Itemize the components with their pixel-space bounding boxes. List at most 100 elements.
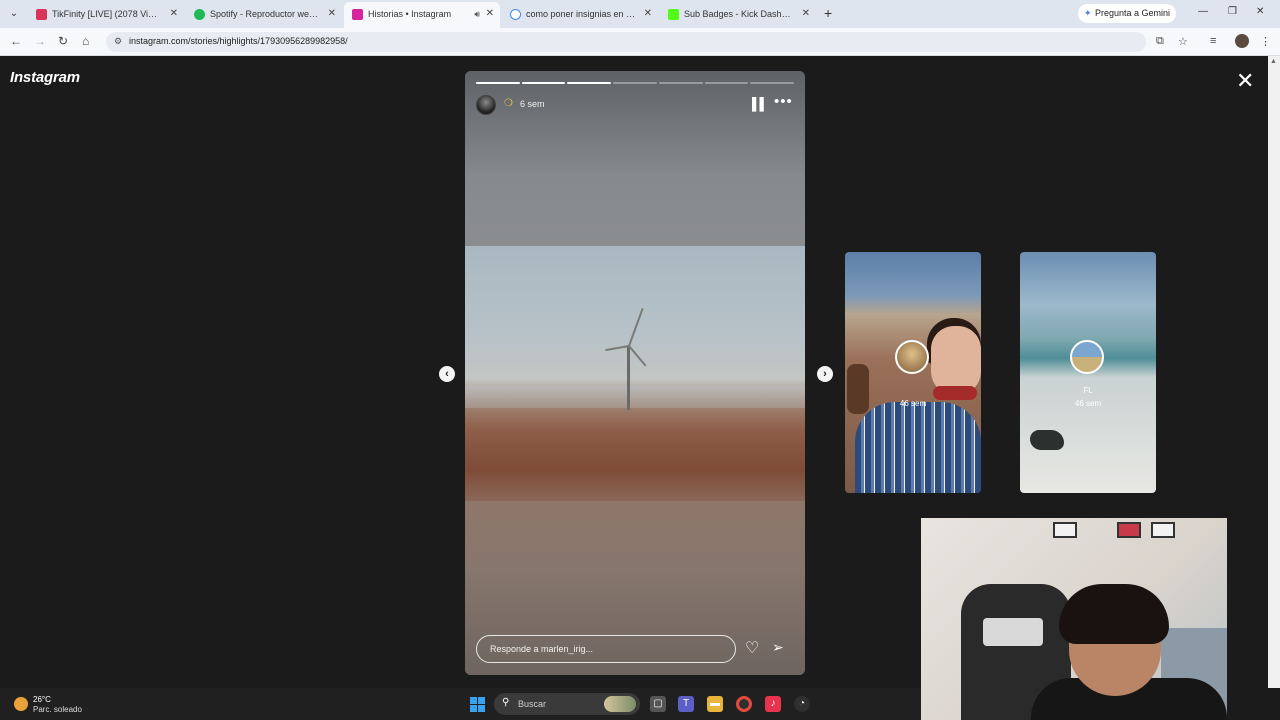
- story-progress-segment: [613, 82, 657, 84]
- story-progress-segment: [567, 82, 612, 84]
- url-text[interactable]: instagram.com/stories/highlights/1793095…: [129, 36, 348, 46]
- chair-stripe: [983, 618, 1043, 646]
- previous-story-chevron-icon[interactable]: ‹: [439, 366, 455, 382]
- share-send-icon[interactable]: ➢: [772, 639, 784, 656]
- turbine-blade: [605, 345, 630, 352]
- tab-close-icon[interactable]: ✕: [328, 3, 336, 25]
- tab-instagram[interactable]: Historias • Instagram 🔊︎ ✕: [344, 2, 500, 28]
- story-header: ❍ 6 sem ▌▌ •••: [476, 93, 794, 115]
- story-progress-bar: [476, 82, 795, 84]
- restore-icon[interactable]: ❐: [1228, 6, 1237, 17]
- turbine-blade: [628, 308, 644, 347]
- story-progress-segment: [750, 82, 795, 84]
- gemini-sparkle-icon: ✦: [1084, 8, 1092, 18]
- story-photo: [465, 246, 805, 501]
- reload-icon[interactable]: ↻: [58, 34, 68, 48]
- minimize-icon[interactable]: —: [1198, 6, 1208, 17]
- story-progress-segment: [658, 82, 703, 84]
- wall-picture: [1053, 522, 1077, 538]
- taskbar-search[interactable]: ⚲ Buscar: [494, 693, 640, 715]
- story-timestamp: 6 sem: [520, 99, 545, 109]
- weather-condition[interactable]: Parc. soleado: [33, 705, 82, 714]
- card-beach-rock: [1030, 430, 1064, 450]
- google-favicon-icon: [510, 9, 521, 20]
- tikfinity-favicon-icon: [36, 9, 47, 20]
- search-highlight-image: [604, 696, 636, 712]
- wall-picture: [1151, 522, 1175, 538]
- site-info-icon[interactable]: ⚙: [114, 36, 122, 47]
- tab-close-icon[interactable]: ✕: [644, 3, 652, 25]
- reply-input[interactable]: Responde a marlen_irig...: [476, 635, 736, 663]
- highlight-icon: ❍: [504, 98, 513, 109]
- profile-avatar[interactable]: [1235, 34, 1249, 48]
- tab-close-icon[interactable]: ✕: [170, 3, 178, 25]
- story-author-avatar[interactable]: [476, 95, 496, 115]
- spotify-favicon-icon: [194, 9, 205, 20]
- highlight-name: FL: [1083, 386, 1093, 395]
- tab-spotify[interactable]: Spotify - Reproductor web: mú ✕: [186, 3, 342, 25]
- chrome-icon[interactable]: [736, 696, 752, 712]
- tab-title: Historias • Instagram: [368, 9, 452, 19]
- tab-title: como poner insignias en kick -: [526, 9, 636, 19]
- webcam-overlay: [921, 518, 1227, 720]
- next-highlight-card[interactable]: 46 sem: [845, 252, 981, 493]
- tab-title: Spotify - Reproductor web: mú: [210, 9, 320, 19]
- tab-google-search[interactable]: como poner insignias en kick - ✕: [502, 3, 658, 25]
- instagram-favicon-icon: [352, 9, 363, 20]
- tab-search-chevron-icon[interactable]: ⌄: [6, 6, 22, 22]
- highlight-cover-avatar: [1070, 340, 1104, 374]
- like-heart-icon[interactable]: ♡: [745, 638, 759, 658]
- new-tab-plus-icon[interactable]: +: [824, 5, 832, 21]
- weather-partly-sunny-icon[interactable]: [14, 697, 28, 711]
- highlight-time: 46 sem: [899, 399, 927, 408]
- browser-toolbar: ← → ↻ ⌂ ⚙ instagram.com/stories/highligh…: [0, 28, 1280, 56]
- chrome-menu-icon[interactable]: ⋮: [1260, 35, 1271, 48]
- tab-title: Sub Badges - Kick Dashboard: [684, 9, 794, 19]
- instagram-logo[interactable]: Instagram: [10, 69, 80, 86]
- install-app-icon[interactable]: ⧉: [1156, 35, 1164, 48]
- windows-taskbar: 26°C Parc. soleado ⚲ Buscar ▢ T ▬ ♪ ◔: [0, 688, 921, 720]
- weather-temperature[interactable]: 26°C: [33, 695, 51, 704]
- media-queue-icon[interactable]: ≡: [1210, 35, 1216, 47]
- pause-icon[interactable]: ▌▌: [752, 97, 768, 111]
- file-explorer-icon[interactable]: ▬: [707, 696, 723, 712]
- story-mountains: [465, 386, 805, 408]
- ask-gemini-button[interactable]: ✦ Pregunta a Gemini: [1078, 4, 1176, 23]
- card-person: [855, 402, 981, 493]
- wall-picture: [1117, 522, 1141, 538]
- audio-playing-icon[interactable]: 🔊︎: [474, 2, 480, 26]
- search-placeholder: Buscar: [518, 699, 547, 709]
- close-viewer-icon[interactable]: ✕: [1236, 68, 1254, 94]
- address-bar[interactable]: ⚙ instagram.com/stories/highlights/17930…: [106, 32, 1146, 52]
- wind-turbine: [627, 346, 630, 410]
- highlight-cover-avatar: [895, 340, 929, 374]
- home-icon[interactable]: ⌂: [82, 34, 89, 48]
- tab-kick-dashboard[interactable]: Sub Badges - Kick Dashboard ✕: [660, 3, 816, 25]
- active-story[interactable]: ❍ 6 sem ▌▌ ••• Responde a marlen_irig...…: [465, 71, 805, 675]
- tab-title: TikFinity [LIVE] (2078 Viewers): [52, 9, 162, 19]
- teams-icon[interactable]: T: [678, 696, 694, 712]
- tab-close-icon[interactable]: ✕: [802, 3, 810, 25]
- gemini-label: Pregunta a Gemini: [1095, 8, 1171, 18]
- app-icon[interactable]: ◔: [794, 696, 810, 712]
- story-progress-segment: [521, 82, 566, 84]
- next-story-chevron-icon[interactable]: ›: [817, 366, 833, 382]
- kick-favicon-icon: [668, 9, 679, 20]
- task-view-icon[interactable]: ▢: [650, 696, 666, 712]
- highlight-time: 46 sem: [1074, 399, 1102, 408]
- windows-start-icon[interactable]: [470, 697, 485, 712]
- next-highlight-card[interactable]: FL 46 sem: [1020, 252, 1156, 493]
- window-close-icon[interactable]: ✕: [1256, 6, 1264, 17]
- tiktok-icon[interactable]: ♪: [765, 696, 781, 712]
- tab-tikfinity[interactable]: TikFinity [LIVE] (2078 Viewers) ✕: [28, 3, 184, 25]
- bookmark-star-icon[interactable]: ☆: [1178, 35, 1188, 48]
- scroll-up-arrow-icon[interactable]: ▲: [1270, 58, 1277, 65]
- forward-arrow-icon[interactable]: →: [34, 34, 46, 48]
- tab-close-icon[interactable]: ✕: [486, 2, 494, 26]
- back-arrow-icon[interactable]: ←: [10, 34, 22, 48]
- turbine-blade: [628, 345, 647, 367]
- story-progress-segment: [704, 82, 749, 84]
- page-scrollbar[interactable]: ▲: [1268, 56, 1280, 688]
- more-options-icon[interactable]: •••: [774, 93, 793, 110]
- card-person-scarf: [933, 386, 977, 400]
